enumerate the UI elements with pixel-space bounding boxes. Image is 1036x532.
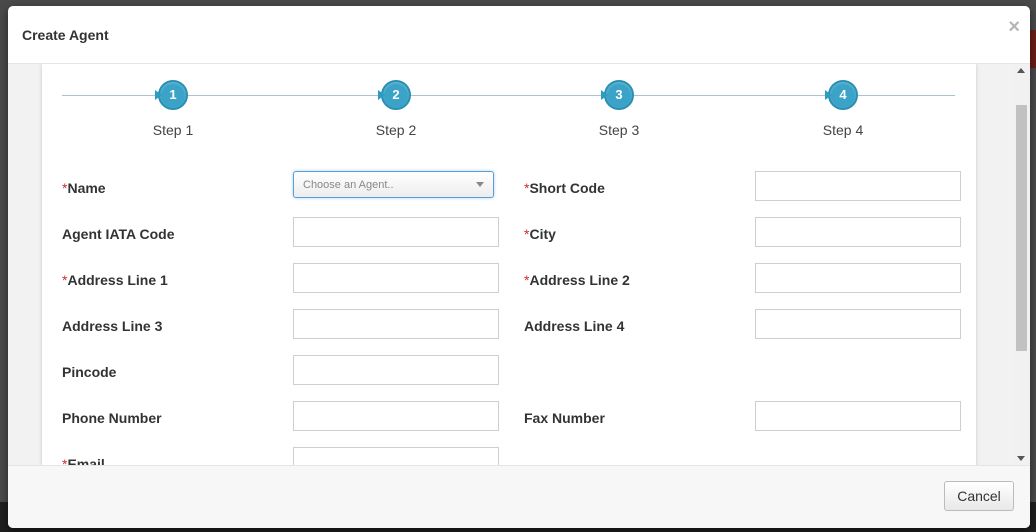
close-icon[interactable]: × (1008, 17, 1020, 37)
wizard-step-1[interactable]: 1 Step 1 (113, 80, 233, 138)
scroll-up-icon[interactable] (1017, 68, 1025, 73)
address-line-2-label: *Address Line 2 (524, 272, 630, 288)
address-line-1-label: *Address Line 1 (62, 272, 168, 288)
chevron-down-icon (476, 182, 484, 187)
step-number: 2 (381, 80, 411, 110)
triangle-right-icon (155, 90, 162, 100)
scroll-down-icon[interactable] (1017, 456, 1025, 461)
step-label: Step 2 (375, 122, 417, 138)
step-number: 3 (604, 80, 634, 110)
name-label: *Name (62, 180, 106, 196)
short-code-label: *Short Code (524, 180, 605, 196)
create-agent-modal: Create Agent × 1 Step 1 2 Step 2 3 Step … (8, 6, 1030, 528)
triangle-right-icon (601, 90, 608, 100)
modal-body: 1 Step 1 2 Step 2 3 Step 3 4 Step 4 *Nam… (8, 64, 1030, 465)
modal-footer: Cancel (8, 465, 1030, 528)
address-line-3-label: Address Line 3 (62, 318, 163, 334)
modal-title: Create Agent (22, 27, 109, 43)
step-label: Step 4 (822, 122, 864, 138)
step-label: Step 1 (152, 122, 194, 138)
fax-number-input[interactable] (755, 401, 961, 431)
triangle-right-icon (825, 90, 832, 100)
agent-name-select[interactable]: Choose an Agent.. (293, 171, 494, 198)
modal-body-scrollbar[interactable] (1013, 64, 1030, 465)
city-input[interactable] (755, 217, 961, 247)
step-label: Step 3 (598, 122, 640, 138)
address-line-3-input[interactable] (293, 309, 499, 339)
address-line-4-label: Address Line 4 (524, 318, 625, 334)
modal-header: Create Agent × (8, 6, 1030, 64)
email-input[interactable] (293, 447, 499, 465)
fax-number-label: Fax Number (524, 410, 605, 426)
select-placeholder: Choose an Agent.. (303, 179, 394, 191)
cancel-button[interactable]: Cancel (944, 481, 1014, 511)
wizard-step-2[interactable]: 2 Step 2 (336, 80, 456, 138)
wizard-step-3[interactable]: 3 Step 3 (559, 80, 679, 138)
agent-iata-code-input[interactable] (293, 217, 499, 247)
phone-number-input[interactable] (293, 401, 499, 431)
address-line-1-input[interactable] (293, 263, 499, 293)
email-label: *Email (62, 456, 105, 465)
triangle-right-icon (378, 90, 385, 100)
city-label: *City (524, 226, 556, 242)
short-code-input[interactable] (755, 171, 961, 201)
address-line-4-input[interactable] (755, 309, 961, 339)
wizard-step-4[interactable]: 4 Step 4 (783, 80, 903, 138)
pincode-input[interactable] (293, 355, 499, 385)
phone-number-label: Phone Number (62, 410, 162, 426)
address-line-2-input[interactable] (755, 263, 961, 293)
pincode-label: Pincode (62, 364, 117, 380)
step-number: 1 (158, 80, 188, 110)
agent-iata-code-label: Agent IATA Code (62, 226, 175, 242)
scroll-thumb[interactable] (1016, 105, 1027, 351)
step-number: 4 (828, 80, 858, 110)
form-panel: 1 Step 1 2 Step 2 3 Step 3 4 Step 4 *Nam… (42, 64, 976, 465)
